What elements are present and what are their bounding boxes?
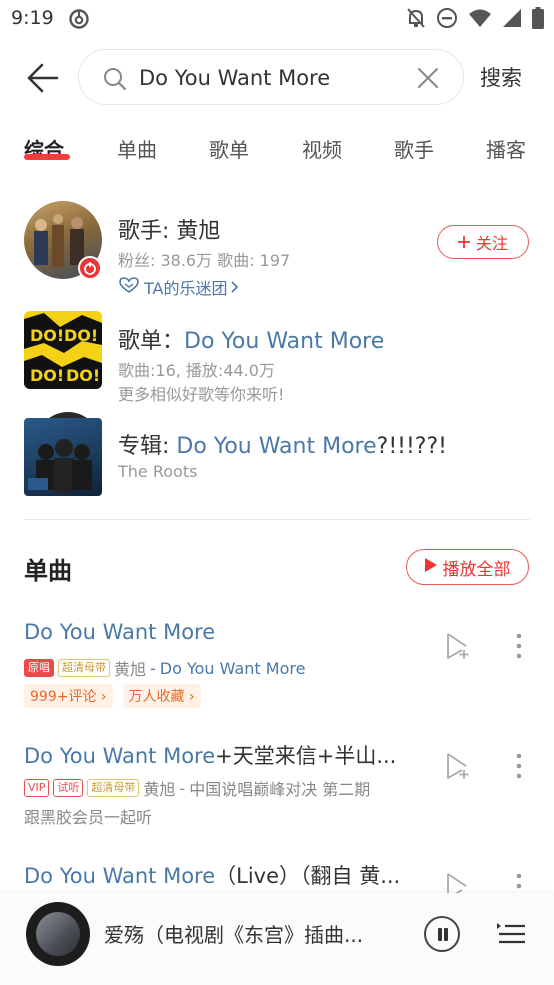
song-title-rest: +天堂来信+半山...: [215, 744, 397, 768]
fan-group-label: TA的乐迷团: [144, 279, 228, 298]
album-title-prefix: 专辑:: [118, 434, 177, 459]
status-bar: 9:19: [0, 0, 554, 36]
album-title: 专辑: Do You Want More?!!!??!: [118, 428, 447, 460]
playlist-cover: DO! DO! DO! DO!: [24, 311, 102, 389]
song-extra-note: 跟黑胶会员一起听: [24, 808, 153, 827]
song-title-rest: （Live）（翻自 黄...: [215, 864, 401, 888]
search-header: 搜索: [0, 46, 554, 108]
plus-icon: [457, 233, 470, 252]
album-name-highlight: Do You Want More: [176, 434, 377, 459]
follow-button[interactable]: 关注: [437, 225, 529, 259]
tab-playlists[interactable]: 歌单: [209, 134, 249, 163]
result-tabs: 综合 单曲 歌单 视频 歌手 播客: [0, 128, 554, 172]
song-meta: 原唱 超清母带 黄旭 - Do You Want More: [24, 656, 305, 680]
add-to-playlist-icon[interactable]: [444, 872, 472, 893]
song-item[interactable]: Do You Want More+天堂来信+半山... VIP 试听 超清母带 …: [24, 740, 530, 830]
tab-podcasts[interactable]: 播客: [486, 134, 526, 163]
now-playing-title: 爱殇（电视剧《东宫》插曲...: [104, 923, 364, 947]
song-artist: 黄旭: [114, 660, 147, 679]
master-quality-tag: 超清母带: [87, 779, 140, 797]
tab-videos[interactable]: 视频: [302, 134, 342, 163]
artist-result[interactable]: 歌手: 黄旭 粉丝: 38.6万 歌曲: 197 TA的乐迷团 关注: [24, 201, 534, 301]
song-item[interactable]: Do You Want More 原唱 超清母带 黄旭 - Do You Wan…: [24, 620, 530, 710]
artist-title-prefix: 歌手:: [118, 219, 177, 244]
song-title-highlight: Do You Want More: [24, 864, 216, 888]
add-to-playlist-icon[interactable]: [444, 632, 472, 660]
song-meta: VIP 试听 超清母带 黄旭 - 中国说唱巅峰对决 第二期: [24, 776, 370, 800]
add-to-playlist-icon[interactable]: [444, 752, 472, 780]
active-tab-indicator: [24, 154, 70, 160]
playlist-stats: 歌曲:16, 播放:44.0万: [118, 361, 275, 380]
wifi-icon: [468, 8, 492, 32]
songs-section-title: 单曲: [24, 557, 72, 585]
search-box[interactable]: [78, 49, 464, 105]
song-highlights: 999+评论 › 万人收藏 ›: [24, 684, 201, 708]
song-title: Do You Want More+天堂来信+半山...: [24, 740, 404, 770]
song-item[interactable]: Do You Want More（Live）（翻自 黄...: [24, 860, 530, 893]
artist-verified-icon: [78, 256, 102, 280]
song-title-highlight: Do You Want More: [24, 620, 216, 644]
search-button[interactable]: 搜索: [480, 62, 522, 92]
artist-title: 歌手: 黄旭: [118, 213, 220, 245]
pause-icon[interactable]: [424, 916, 460, 952]
playlist-title: 歌单：Do You Want More: [118, 323, 384, 355]
song-artist: 黄旭: [143, 780, 176, 799]
favorites-pill-label: 万人收藏: [128, 689, 185, 705]
album-result[interactable]: 专辑: Do You Want More?!!!??! The Roots: [24, 412, 534, 498]
playlist-result[interactable]: DO! DO! DO! DO! 歌单：Do You Want More 歌曲:1…: [24, 311, 534, 404]
svg-text:DO!: DO!: [30, 366, 64, 385]
song-title: Do You Want More: [24, 620, 404, 644]
status-time: 9:19: [11, 7, 54, 29]
favorites-pill[interactable]: 万人收藏 ›: [122, 684, 201, 708]
preview-tag: 试听: [53, 779, 84, 797]
song-separator: -: [150, 658, 156, 678]
mini-player[interactable]: 爱殇（电视剧《东宫》插曲...: [0, 893, 554, 985]
play-all-label: 播放全部: [442, 559, 511, 580]
follow-label: 关注: [475, 234, 508, 253]
album-cover: [24, 418, 102, 496]
song-title: Do You Want More（Live）（翻自 黄...: [24, 860, 404, 890]
song-album: Do You Want More: [159, 658, 306, 678]
notifications-off-icon: [406, 7, 426, 33]
album-artist: The Roots: [118, 462, 198, 481]
song-album: 中国说唱巅峰对决 第二期: [189, 780, 371, 799]
more-options-icon[interactable]: [514, 632, 524, 662]
search-input[interactable]: [139, 62, 409, 94]
svg-text:DO!: DO!: [64, 326, 98, 345]
svg-text:DO!: DO!: [66, 366, 100, 385]
section-divider: [24, 519, 530, 520]
back-arrow-icon[interactable]: [24, 60, 60, 96]
netease-app-icon: [68, 8, 90, 34]
fan-group-link[interactable]: TA的乐迷团: [118, 275, 239, 299]
clear-icon[interactable]: [417, 67, 439, 93]
svg-text:DO!: DO!: [30, 326, 64, 345]
more-options-icon[interactable]: [514, 872, 524, 893]
play-icon: [424, 557, 437, 577]
comments-pill-label: 999+评论: [30, 689, 97, 705]
search-icon: [103, 67, 127, 95]
comments-pill[interactable]: 999+评论 ›: [24, 684, 113, 708]
fan-group-icon: [118, 277, 140, 297]
song-separator: -: [179, 778, 186, 798]
artist-name: 黄旭: [176, 219, 221, 244]
playlist-icon[interactable]: [496, 919, 526, 951]
song-title-highlight: Do You Want More: [24, 744, 216, 768]
original-tag: 原唱: [24, 659, 54, 677]
chevron-right-icon: [231, 278, 239, 297]
do-not-disturb-icon: [436, 7, 458, 33]
album-name-rest: ?!!!??!: [376, 434, 447, 459]
vip-tag: VIP: [24, 779, 50, 797]
master-quality-tag: 超清母带: [58, 659, 110, 677]
tab-artists[interactable]: 歌手: [394, 134, 434, 163]
now-playing-disc[interactable]: [26, 902, 90, 966]
artist-stats: 粉丝: 38.6万 歌曲: 197: [118, 251, 291, 270]
playlist-title-prefix: 歌单：: [118, 329, 185, 354]
battery-icon: [532, 7, 544, 33]
more-options-icon[interactable]: [514, 752, 524, 782]
playlist-name: Do You Want More: [184, 329, 385, 354]
tab-songs[interactable]: 单曲: [117, 134, 157, 163]
playlist-desc: 更多相似好歌等你来听!: [118, 385, 285, 404]
signal-icon: [502, 8, 522, 32]
play-all-button[interactable]: 播放全部: [406, 549, 529, 585]
